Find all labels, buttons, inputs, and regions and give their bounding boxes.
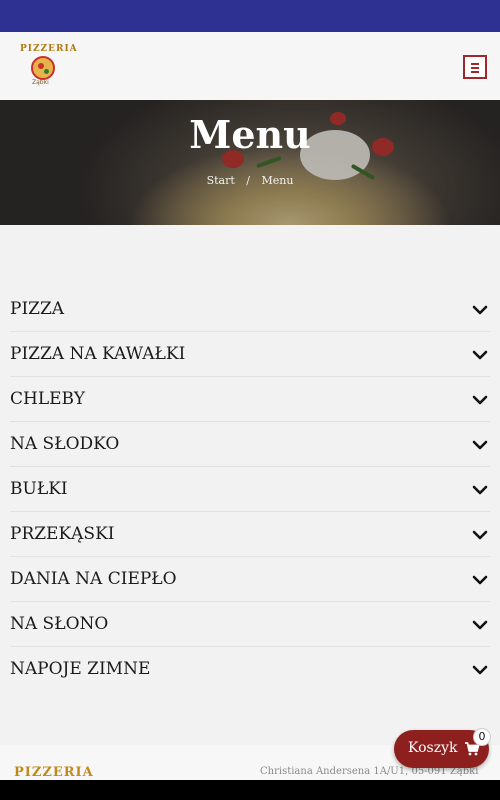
pizza-logo-icon: [31, 56, 55, 80]
menu-category-chleby[interactable]: CHLEBY: [10, 377, 490, 422]
menu-category-pizza-na-kawalki[interactable]: PIZZA NA KAWAŁKI: [10, 332, 490, 377]
chevron-down-icon: [472, 530, 488, 540]
menu-category-dania-na-cieplo[interactable]: DANIA NA CIEPŁO: [10, 557, 490, 602]
menu-category-label: NA SŁONO: [10, 614, 109, 634]
menu-category-na-slono[interactable]: NA SŁONO: [10, 602, 490, 647]
breadcrumb-current: Menu: [261, 174, 294, 187]
menu-category-na-slodko[interactable]: NA SŁODKO: [10, 422, 490, 467]
footer-logo: PIZZERIA: [14, 765, 94, 780]
menu-category-label: DANIA NA CIEPŁO: [10, 569, 177, 589]
chevron-down-icon: [472, 350, 488, 360]
cart-button[interactable]: Koszyk 0: [394, 728, 491, 768]
breadcrumb-home-link[interactable]: Start: [207, 174, 235, 187]
chevron-down-icon: [472, 485, 488, 495]
cart-count-badge: 0: [473, 728, 491, 746]
menu-category-przekaski[interactable]: PRZEKĄSKI: [10, 512, 490, 557]
chevron-down-icon: [472, 620, 488, 630]
menu-category-napoje-zimne[interactable]: NAPOJE ZIMNE: [10, 647, 490, 691]
site-header: PIZZERIA Ząbki: [0, 32, 500, 101]
breadcrumb-separator: /: [246, 174, 250, 187]
site-logo[interactable]: PIZZERIA Ząbki: [18, 42, 77, 88]
logo-town: Ząbki: [32, 79, 49, 86]
cart-label: Koszyk: [408, 740, 458, 756]
hero-banner: Menu Start / Menu: [0, 100, 500, 225]
logo-wordmark: PIZZERIA: [20, 44, 78, 54]
menu-category-list: PIZZA PIZZA NA KAWAŁKI CHLEBY NA SŁODKO …: [10, 287, 490, 691]
menu-category-label: NAPOJE ZIMNE: [10, 659, 151, 679]
menu-category-label: PIZZA: [10, 299, 65, 319]
chevron-down-icon: [472, 665, 488, 675]
hamburger-menu-icon[interactable]: [463, 55, 487, 79]
menu-content: PIZZA PIZZA NA KAWAŁKI CHLEBY NA SŁODKO …: [0, 225, 500, 745]
menu-category-label: BUŁKI: [10, 479, 68, 499]
page-title: Menu: [189, 112, 311, 157]
chevron-down-icon: [472, 305, 488, 315]
menu-category-bulki[interactable]: BUŁKI: [10, 467, 490, 512]
breadcrumb: Start / Menu: [0, 174, 500, 187]
chevron-down-icon: [472, 395, 488, 405]
bottom-bar: [0, 780, 500, 800]
chevron-down-icon: [472, 440, 488, 450]
menu-category-pizza[interactable]: PIZZA: [10, 287, 490, 332]
menu-category-label: CHLEBY: [10, 389, 85, 409]
menu-category-label: PRZEKĄSKI: [10, 524, 115, 544]
menu-category-label: NA SŁODKO: [10, 434, 120, 454]
top-bar: [0, 0, 500, 32]
chevron-down-icon: [472, 575, 488, 585]
menu-category-label: PIZZA NA KAWAŁKI: [10, 344, 186, 364]
